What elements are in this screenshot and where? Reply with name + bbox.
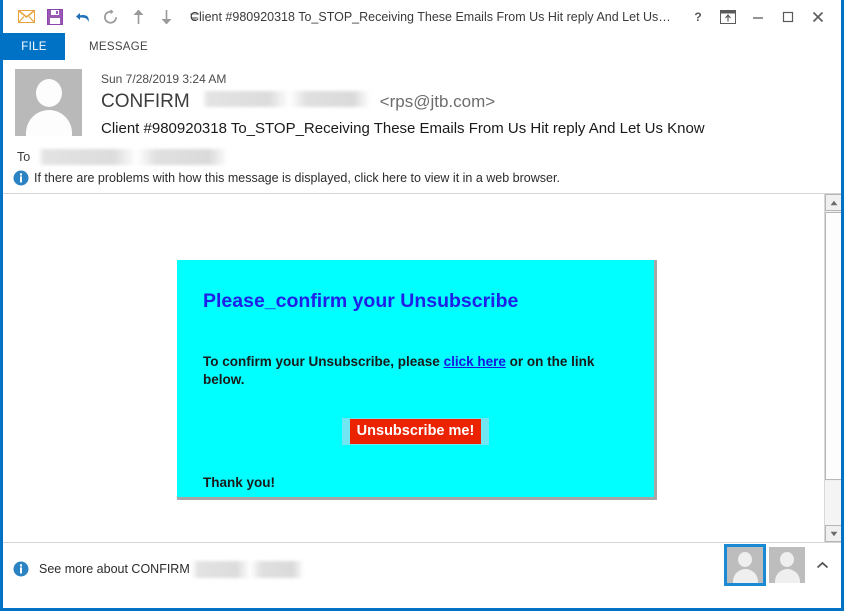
collapse-people-pane-icon[interactable] [811,550,833,580]
minimize-button[interactable] [743,3,773,31]
to-label: To [17,150,31,164]
vertical-scrollbar[interactable] [824,194,841,542]
infobar-text: If there are problems with how this mess… [34,171,560,185]
undo-icon[interactable] [69,4,96,30]
avatar-body-shape [774,569,800,583]
window-title: Client #980920318 To_STOP_Receiving Thes… [190,9,683,24]
mail-icon[interactable] [13,4,40,30]
people-pane-footer: See more about CONFIRM [3,542,841,595]
info-icon [13,561,29,577]
redo-icon[interactable] [97,4,124,30]
sender-line: CONFIRM <rps@jtb.com> [101,89,829,115]
email-closing: Thank you! [203,475,276,490]
scrollbar-track[interactable] [825,481,841,525]
avatar-head-shape [35,79,62,107]
unsubscribe-button-selection: Unsubscribe me! [341,418,490,445]
see-more-about-sender[interactable]: See more about CONFIRM [3,560,304,578]
see-more-redaction [191,560,304,578]
save-icon[interactable] [41,4,68,30]
svg-text:?: ? [694,10,701,24]
message-subject: Client #980920318 To_STOP_Receiving Thes… [101,120,705,137]
title-bar: Client #980920318 To_STOP_Receiving Thes… [3,0,841,33]
tab-message[interactable]: MESSAGE [75,33,162,60]
close-button[interactable] [803,3,833,31]
help-button[interactable]: ? [683,3,713,31]
maximize-button[interactable] [773,3,803,31]
sender-name: CONFIRM [101,91,190,112]
click-here-link[interactable]: click here [444,354,506,369]
sender-avatar[interactable] [15,69,82,136]
people-pane-avatar-2[interactable] [769,547,805,583]
sender-details: Sun 7/28/2019 3:24 AM CONFIRM <rps@jtb.c… [82,69,829,140]
tab-file[interactable]: FILE [3,33,65,60]
sender-name-redaction [201,91,370,107]
recipient-row: To [3,140,841,165]
message-body: Please_confirm your Unsubscribe To confi… [3,194,807,542]
scroll-down-icon[interactable] [825,525,841,542]
scroll-up-icon[interactable] [825,194,841,211]
paragraph-text-before-link: To confirm your Unsubscribe, please [203,354,444,369]
info-icon [13,170,29,186]
avatar-head-shape [738,552,752,567]
unsubscribe-button-row: Unsubscribe me! [203,418,628,445]
sender-row: Sun 7/28/2019 3:24 AM CONFIRM <rps@jtb.c… [3,69,841,140]
next-item-icon[interactable] [153,4,180,30]
scrollbar-thumb[interactable] [825,212,841,480]
ribbon-display-options-button[interactable] [713,3,743,31]
people-pane-avatar-1[interactable] [724,544,766,586]
previous-item-icon[interactable] [125,4,152,30]
ribbon-tab-bar: FILE MESSAGE [3,33,841,60]
email-paragraph: To confirm your Unsubscribe, please clic… [203,353,623,389]
web-browser-infobar[interactable]: If there are problems with how this mess… [3,165,841,193]
see-more-text: See more about CONFIRM [39,562,190,576]
unsubscribe-button[interactable]: Unsubscribe me! [349,419,482,444]
sender-address[interactable]: <rps@jtb.com> [380,89,496,115]
avatar-body-shape [732,569,758,583]
email-content-block: Please_confirm your Unsubscribe To confi… [177,260,657,500]
avatar-body-shape [25,110,72,136]
message-date: Sun 7/28/2019 3:24 AM [101,72,227,86]
outlook-message-window: Client #980920318 To_STOP_Receiving Thes… [0,0,844,611]
message-header: Sun 7/28/2019 3:24 AM CONFIRM <rps@jtb.c… [3,60,841,193]
avatar-head-shape [780,552,794,567]
reading-pane: Please_confirm your Unsubscribe To confi… [3,193,841,542]
window-controls: ? [683,3,841,31]
recipient-redaction [38,149,229,165]
email-heading: Please_confirm your Unsubscribe [203,290,519,312]
people-pane-avatars [724,544,833,586]
